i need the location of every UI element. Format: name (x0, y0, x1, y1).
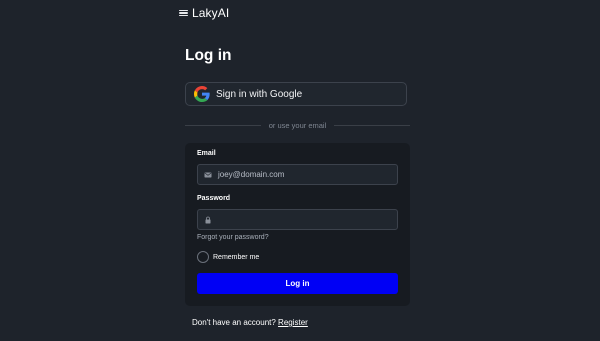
divider-line-left (185, 124, 261, 126)
email-label: Email (197, 150, 216, 157)
google-sign-in-button[interactable]: Sign in with Google (185, 82, 407, 106)
login-page: LakyAI Log in Sign in with Google or use… (0, 0, 600, 341)
google-g-icon (194, 86, 210, 102)
email-field[interactable]: joey@domain.com (197, 164, 398, 185)
app-header: LakyAI (179, 6, 229, 20)
remember-me-checkbox[interactable] (197, 251, 209, 263)
register-prompt-text: Don't have an account? (192, 318, 276, 327)
lock-icon (205, 216, 211, 223)
brand-name[interactable]: LakyAI (192, 6, 229, 20)
login-button[interactable]: Log in (197, 273, 398, 294)
page-title: Log in (185, 47, 232, 64)
email-divider: or use your email (185, 119, 410, 131)
email-value: joey@domain.com (218, 170, 285, 179)
google-sign-in-label: Sign in with Google (216, 88, 303, 100)
login-form: Email joey@domain.com Password Forgot yo… (185, 143, 410, 306)
forgot-password-link[interactable]: Forgot your password? (197, 234, 269, 241)
register-prompt: Don't have an account? Register (192, 318, 308, 327)
password-field[interactable] (197, 209, 398, 230)
remember-me-toggle[interactable]: Remember me (197, 251, 259, 263)
register-link[interactable]: Register (278, 318, 308, 327)
hamburger-menu-icon[interactable] (179, 9, 188, 17)
divider-line-right (334, 124, 410, 126)
divider-text: or use your email (268, 120, 327, 130)
envelope-icon (204, 172, 212, 177)
remember-me-label: Remember me (213, 253, 260, 261)
password-label: Password (197, 195, 231, 202)
